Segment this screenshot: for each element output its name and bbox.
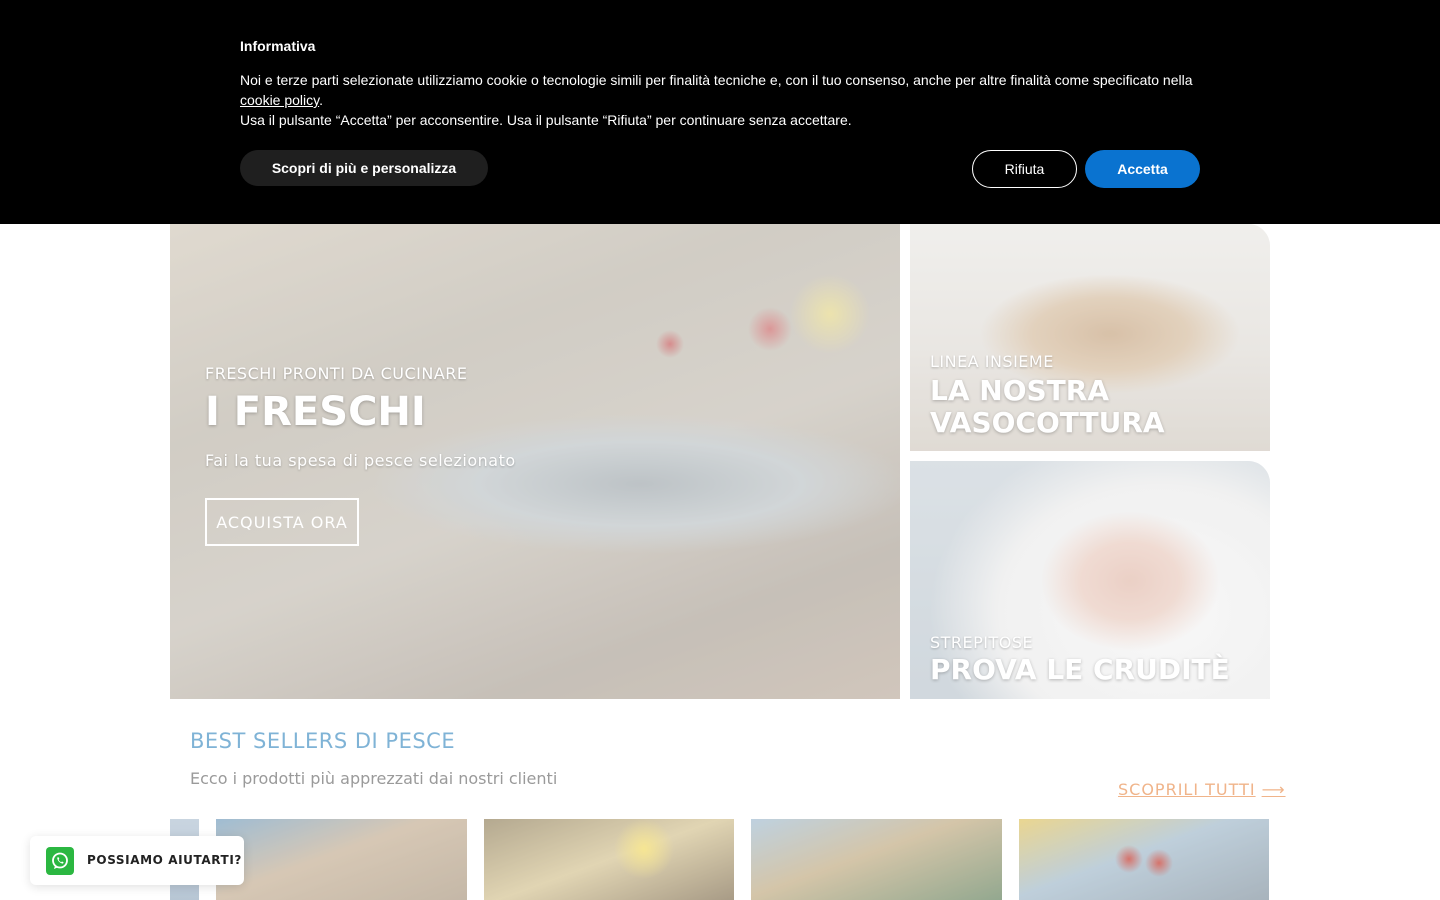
shop-now-button[interactable]: ACQUISTA ORA: [205, 498, 359, 546]
arrow-right-icon: ⟶: [1261, 780, 1286, 799]
cookie-banner-text: Noi e terze parti selezionate utilizziam…: [240, 70, 1210, 130]
hero-main-subtitle: Fai la tua spesa di pesce selezionato: [205, 451, 516, 470]
discover-all-link[interactable]: SCOPRILI TUTTI ⟶: [1118, 780, 1286, 799]
cookie-policy-link[interactable]: cookie policy: [240, 92, 319, 108]
whatsapp-chat-widget[interactable]: POSSIAMO AIUTARTI?: [30, 836, 244, 885]
cookie-banner-title: Informativa: [240, 38, 316, 54]
product-card[interactable]: [484, 819, 734, 900]
customize-button[interactable]: Scopri di più e personalizza: [240, 150, 488, 186]
crudite-title: PROVA LE CRUDITÈ: [930, 653, 1230, 686]
best-sellers-subtitle: Ecco i prodotti più apprezzati dai nostr…: [190, 769, 558, 788]
discover-all-label: SCOPRILI TUTTI: [1118, 780, 1256, 799]
vasocottura-title-line1: LA NOSTRA: [930, 374, 1109, 407]
cookie-text-period: .: [319, 92, 324, 108]
product-card[interactable]: [751, 819, 1002, 900]
crudite-eyebrow: STREPITOSE: [930, 633, 1034, 652]
best-sellers-title: BEST SELLERS DI PESCE: [190, 729, 456, 753]
vasocottura-content: LINEA INSIEME LA NOSTRA VASOCOTTURA: [930, 352, 1165, 439]
cookie-text-line2: Usa il pulsante “Accetta” per acconsenti…: [240, 112, 852, 128]
whatsapp-icon: [46, 847, 74, 875]
product-card[interactable]: [216, 819, 467, 900]
hero-main-title: I FRESCHI: [205, 389, 426, 435]
accept-button[interactable]: Accetta: [1085, 150, 1200, 188]
vasocottura-title-line2: VASOCOTTURA: [930, 406, 1165, 439]
reject-button[interactable]: Rifiuta: [972, 150, 1077, 188]
product-card[interactable]: [1019, 819, 1269, 900]
crudite-content: STREPITOSE PROVA LE CRUDITÈ: [930, 633, 1230, 686]
hero-main-content: FRESCHI PRONTI DA CUCINARE I FRESCHI Fai…: [205, 364, 516, 546]
cookie-text-line1: Noi e terze parti selezionate utilizziam…: [240, 72, 1193, 88]
cookie-banner: Informativa Noi e terze parti selezionat…: [0, 0, 1440, 224]
hero-vasocottura-tile[interactable]: LINEA INSIEME LA NOSTRA VASOCOTTURA: [910, 224, 1270, 451]
vasocottura-eyebrow: LINEA INSIEME: [930, 352, 1054, 371]
hero-crudite-tile[interactable]: STREPITOSE PROVA LE CRUDITÈ: [910, 461, 1270, 699]
vasocottura-title: LA NOSTRA VASOCOTTURA: [930, 375, 1165, 439]
chat-widget-label: POSSIAMO AIUTARTI?: [87, 853, 242, 867]
hero-main-eyebrow: FRESCHI PRONTI DA CUCINARE: [205, 364, 468, 383]
hero-fresh-fish-tile[interactable]: FRESCHI PRONTI DA CUCINARE I FRESCHI Fai…: [170, 224, 900, 699]
